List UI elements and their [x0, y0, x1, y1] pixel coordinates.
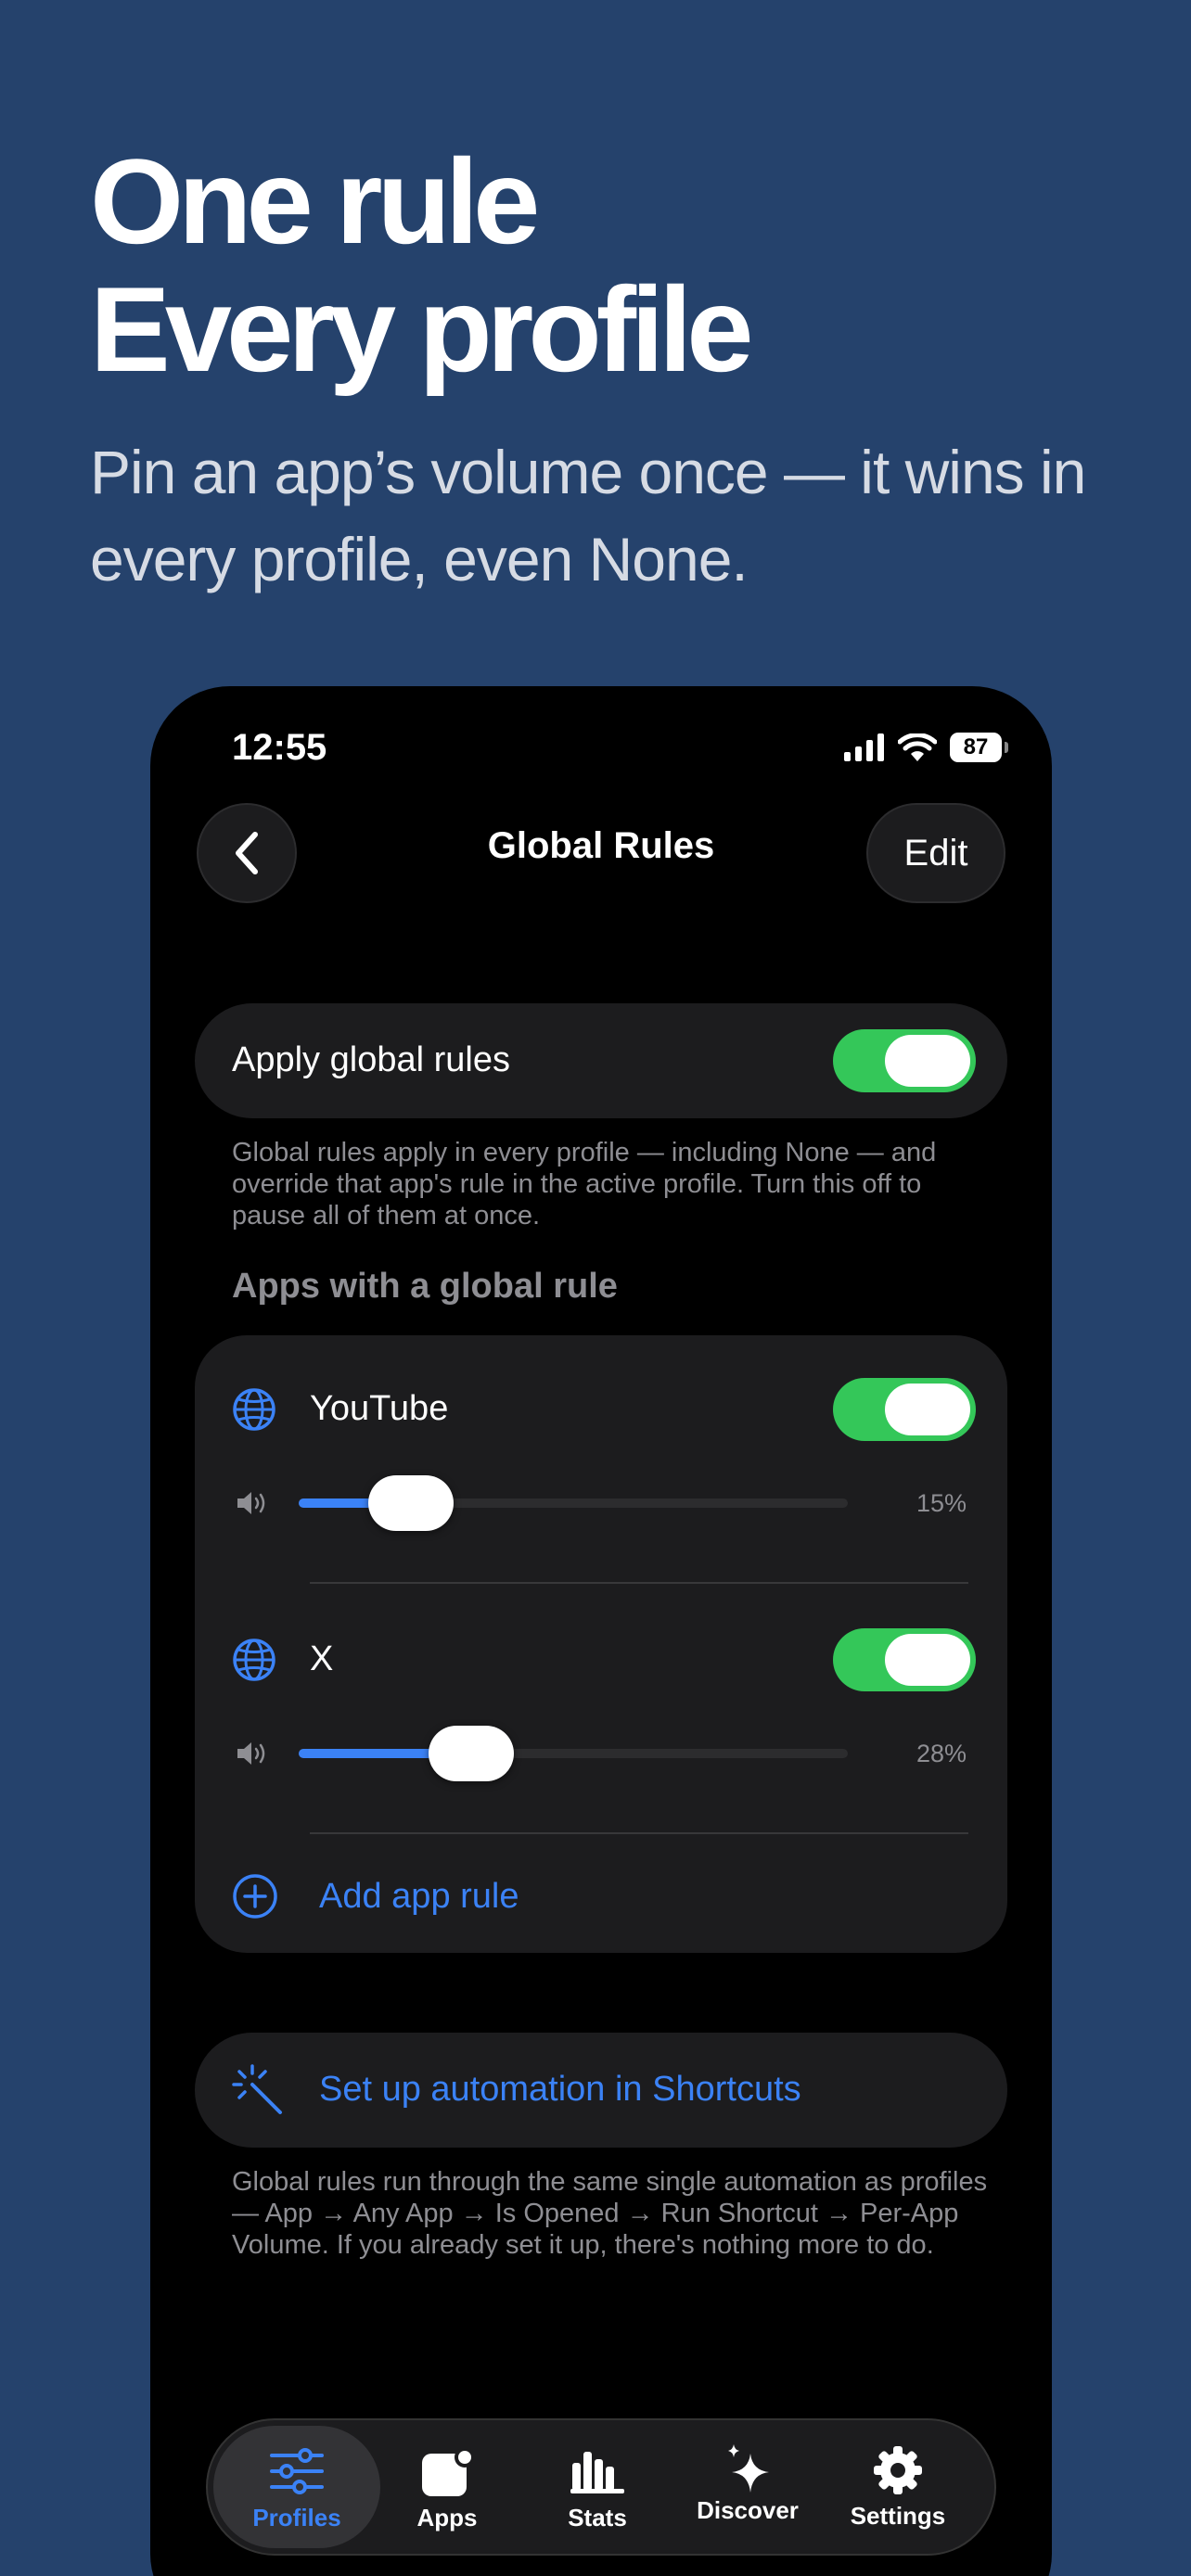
youtube-toggle[interactable]	[833, 1378, 976, 1441]
youtube-volume-value: 15%	[916, 1489, 967, 1517]
tab-label: Profiles	[252, 2504, 341, 2531]
shortcuts-automation-button[interactable]: Set up automation in Shortcuts	[195, 2033, 1007, 2148]
add-app-rule-button[interactable]: Add app rule	[232, 1860, 970, 1934]
magic-wand-icon	[232, 2064, 282, 2114]
x-volume-value: 28%	[916, 1740, 967, 1767]
app-badge-icon	[422, 2448, 474, 2496]
apps-card: YouTube 15% X 28% Add app rule	[195, 1335, 1007, 1953]
app-name-x: X	[310, 1639, 334, 1678]
youtube-volume-knob[interactable]	[368, 1475, 454, 1531]
tab-label: Discover	[697, 2496, 799, 2524]
gear-icon	[874, 2446, 922, 2494]
edit-button[interactable]: Edit	[866, 803, 1005, 903]
hero-subtitle: Pin an app’s volume once — it wins in ev…	[90, 438, 1086, 593]
x-volume-knob[interactable]	[429, 1726, 514, 1781]
add-app-rule-label: Add app rule	[319, 1877, 519, 1916]
tab-apps[interactable]: Apps	[364, 2426, 531, 2548]
apply-global-rules-footnote: Global rules apply in every profile — in…	[232, 1138, 937, 1231]
status-time: 12:55	[232, 727, 327, 768]
sliders-icon	[270, 2448, 324, 2494]
cellular-signal-icon	[844, 733, 884, 761]
wifi-icon	[898, 733, 937, 761]
tab-label: Stats	[568, 2504, 627, 2531]
divider	[310, 1582, 968, 1584]
tab-label: Apps	[416, 2504, 478, 2531]
x-volume-slider[interactable]	[299, 1726, 848, 1781]
sparkles-icon	[728, 2444, 769, 2493]
tab-profiles[interactable]: Profiles	[213, 2426, 380, 2548]
apply-global-rules-toggle[interactable]	[833, 1029, 976, 1092]
battery-indicator: 87	[950, 733, 1008, 762]
globe-icon	[233, 1639, 275, 1681]
apply-global-rules-label: Apply global rules	[232, 1040, 510, 1079]
shortcuts-automation-label: Set up automation in Shortcuts	[319, 2070, 801, 2109]
shortcuts-footnote: Global rules run through the same single…	[232, 2167, 988, 2260]
divider	[310, 1832, 968, 1834]
section-header: Apps with a global rule	[232, 1267, 618, 1306]
phone-screen: 12:55 87 Global Rules Edit Apply global …	[150, 686, 1052, 2576]
x-toggle[interactable]	[833, 1628, 976, 1691]
apply-global-rules-row: Apply global rules	[195, 1003, 1007, 1118]
hero-title: One rule Every profile	[90, 134, 754, 397]
plus-circle-icon	[233, 1874, 277, 1919]
app-name-youtube: YouTube	[310, 1389, 449, 1428]
speaker-icon	[237, 1742, 265, 1765]
tab-settings[interactable]: Settings	[814, 2426, 981, 2548]
youtube-volume-slider[interactable]	[299, 1475, 848, 1531]
hero-title-line2: Every profile	[90, 261, 754, 397]
tab-bar: Profiles Apps Stats Discover Settings	[206, 2418, 996, 2556]
tab-discover[interactable]: Discover	[664, 2426, 831, 2548]
globe-icon	[233, 1388, 275, 1431]
bar-chart-icon	[570, 2452, 624, 2493]
speaker-icon	[237, 1492, 265, 1514]
tab-stats[interactable]: Stats	[514, 2426, 681, 2548]
tab-label: Settings	[850, 2502, 946, 2530]
hero-title-line1: One rule	[90, 134, 540, 269]
status-icons: 87	[844, 733, 1008, 762]
